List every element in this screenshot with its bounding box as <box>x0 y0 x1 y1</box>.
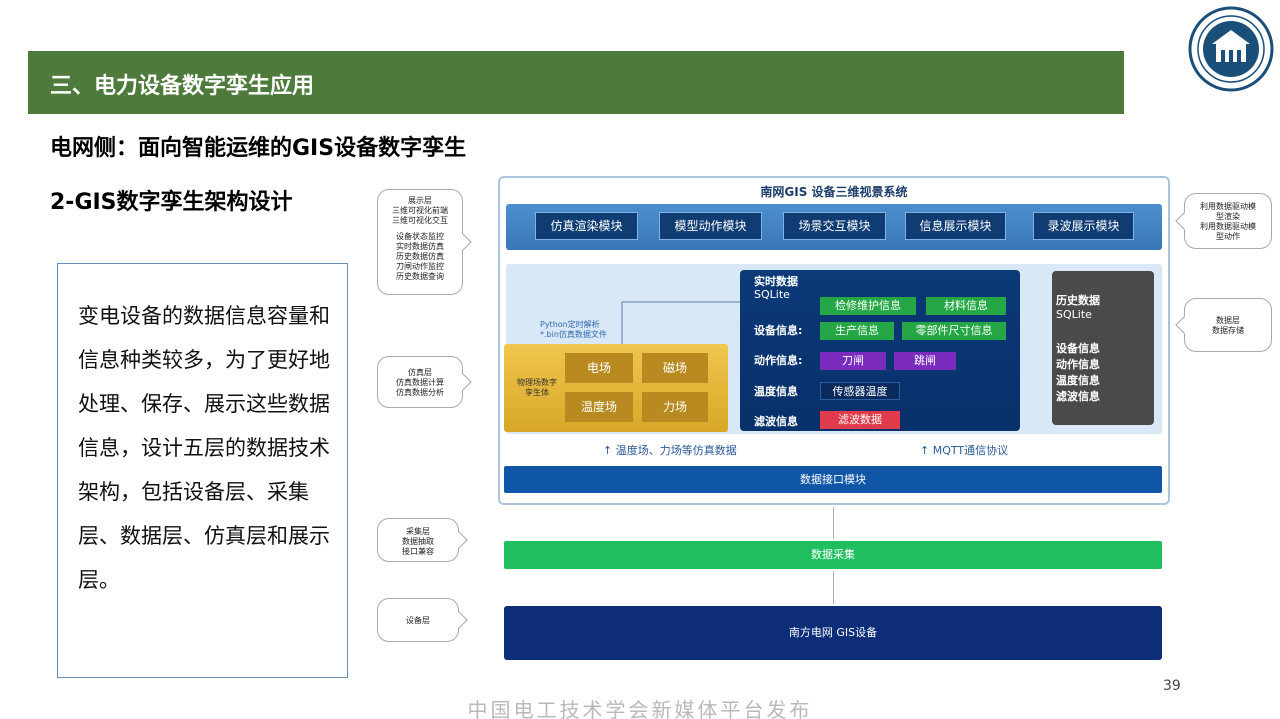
callout-line: 接口兼容 <box>402 547 434 556</box>
python-arrow-icon <box>621 298 744 344</box>
callout-line: 仿真数据分析 <box>396 388 444 397</box>
tag-wave-data: 滤波数据 <box>820 411 900 429</box>
callout-render-drive: 利用数据驱动模 型渲染 利用数据驱动模 型动作 <box>1184 193 1272 249</box>
system-title: 南网GIS 设备三维视景系统 <box>760 185 908 199</box>
action-info-label: 动作信息: <box>754 354 803 367</box>
callout-line: 数据存储 <box>1212 326 1244 335</box>
callout-line: 利用数据驱动模 <box>1200 222 1256 231</box>
physical-twin-label: 物理场数字 孪生体 <box>512 378 562 398</box>
callout-line: 实时数据仿真 <box>396 242 444 251</box>
callout-collect-layer: 采集层 数据抽取 接口兼容 <box>377 518 459 562</box>
section-heading: 2-GIS数字孪生架构设计 <box>50 190 293 215</box>
module-wave-display: 录波展示模块 <box>1033 212 1134 240</box>
description-box: 变电设备的数据信息容量和信息种类较多，为了更好地处理、保存、展示这些数据信息，设… <box>57 263 348 678</box>
field-force: 力场 <box>642 392 708 422</box>
history-item-device: 设备信息 <box>1056 342 1100 355</box>
page-number: 39 <box>1163 678 1181 694</box>
gis-device-band: 南方电网 GIS设备 <box>504 606 1162 660</box>
callout-line: 型渲染 <box>1216 212 1240 221</box>
callout-line: 数据抽取 <box>402 537 434 546</box>
callout-simulation-layer: 仿真层 仿真数据计算 仿真数据分析 <box>377 356 463 408</box>
realtime-db: SQLite <box>754 288 790 301</box>
twin-label-line: 物理场数字 <box>517 378 557 387</box>
sim-data-arrow-label: ↑ 温度场、力场等仿真数据 <box>603 444 737 457</box>
connector-line <box>833 507 834 539</box>
callout-line: 仿真数据计算 <box>396 378 444 387</box>
tag-production: 生产信息 <box>820 322 894 340</box>
footer-watermark: 中国电工技术学会新媒体平台发布 <box>467 698 813 719</box>
realtime-title: 实时数据 <box>754 275 798 288</box>
callout-line: 仿真层 <box>408 368 432 377</box>
field-temperature: 温度场 <box>565 392 633 422</box>
mqtt-arrow-label: ↑ MQTT通信协议 <box>920 444 1009 457</box>
module-interaction: 场景交互模块 <box>783 212 886 240</box>
history-title: 历史数据 <box>1056 294 1100 307</box>
module-animation: 模型动作模块 <box>659 212 762 240</box>
data-interface-module: 数据接口模块 <box>504 466 1162 493</box>
callout-data-layer: 数据层 数据存储 <box>1184 298 1272 352</box>
python-label-line: *.bin仿真数据文件 <box>540 330 607 339</box>
tag-trip: 跳闸 <box>894 352 956 370</box>
tag-material: 材料信息 <box>926 297 1006 315</box>
field-electric: 电场 <box>565 353 633 383</box>
tag-knife-switch: 刀闸 <box>820 352 886 370</box>
callout-line: 历史数据查询 <box>396 272 444 281</box>
python-parse-label: Python定时解析 *.bin仿真数据文件 <box>540 320 607 340</box>
field-magnetic: 磁场 <box>642 353 708 383</box>
history-item-wave: 滤波信息 <box>1056 390 1100 403</box>
callout-line: 三维可视化交互 <box>392 216 448 225</box>
history-db: SQLite <box>1056 308 1092 321</box>
university-logo-icon <box>1188 6 1274 92</box>
module-info-display: 信息展示模块 <box>905 212 1006 240</box>
twin-label-line: 孪生体 <box>525 388 549 397</box>
callout-line: 历史数据仿真 <box>396 252 444 261</box>
module-render: 仿真渲染模块 <box>535 212 638 240</box>
history-item-temperature: 温度信息 <box>1056 374 1100 387</box>
callout-line: 数据层 <box>1216 316 1240 325</box>
callout-line: 刀闸动作监控 <box>396 262 444 271</box>
data-collection-band: 数据采集 <box>504 541 1162 569</box>
device-info-label: 设备信息: <box>754 324 803 337</box>
tag-sensor-temp: 传感器温度 <box>820 382 900 400</box>
wave-info-label: 滤波信息 <box>754 415 798 428</box>
temperature-info-label: 温度信息 <box>754 385 798 398</box>
callout-line: 利用数据驱动模 <box>1200 202 1256 211</box>
callout-line: 三维可视化前端 <box>392 206 448 215</box>
tag-parts-size: 零部件尺寸信息 <box>902 322 1006 340</box>
tag-maintenance: 检修维护信息 <box>820 297 916 315</box>
callout-line: 展示层 <box>408 196 432 205</box>
callout-line: 设备层 <box>406 616 430 625</box>
connector-line <box>833 571 834 604</box>
callout-device-layer: 设备层 <box>377 598 459 642</box>
section-subtitle: 电网侧：面向智能运维的GIS设备数字孪生 <box>50 136 467 161</box>
callout-line: 采集层 <box>406 527 430 536</box>
page-title: 三、电力设备数字孪生应用 <box>50 74 315 99</box>
callout-display-layer: 展示层 三维可视化前端 三维可视化交互 设备状态监控 实时数据仿真 历史数据仿真… <box>377 189 463 295</box>
python-label-line: Python定时解析 <box>540 320 600 329</box>
callout-line: 型动作 <box>1216 232 1240 241</box>
description-text: 变电设备的数据信息容量和信息种类较多，为了更好地处理、保存、展示这些数据信息，设… <box>78 304 330 592</box>
history-item-action: 动作信息 <box>1056 358 1100 371</box>
callout-line: 设备状态监控 <box>396 232 444 241</box>
